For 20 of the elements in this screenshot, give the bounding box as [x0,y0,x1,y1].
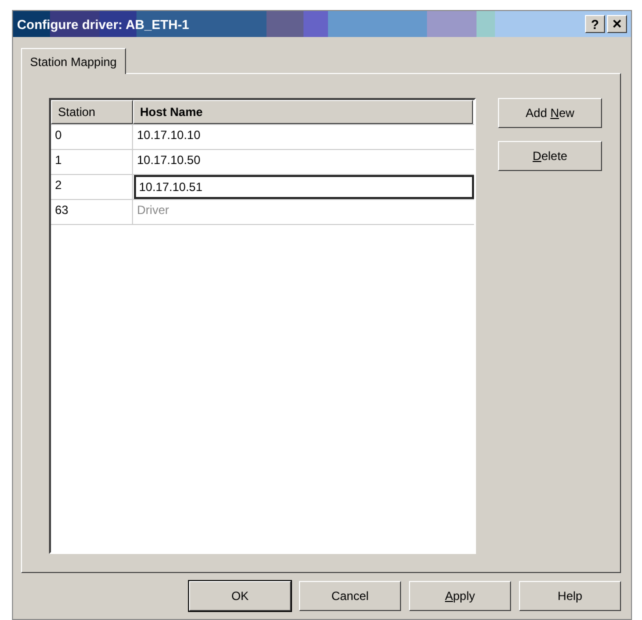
table-cell-text: Driver [136,202,170,219]
table-cell: 1 [51,150,133,174]
close-button[interactable]: × [607,15,627,33]
help-button[interactable]: ? [585,15,605,33]
button[interactable]: Apply [409,581,511,611]
table-cell-text: 10.17.10.10 [136,127,202,144]
table-cell: 2 [51,175,133,199]
table-cell: 63 [51,200,133,224]
column-header[interactable]: Station [51,100,133,124]
button[interactable]: OK [189,581,291,611]
input-field[interactable]: 10.17.10.51 [134,175,474,199]
column-header[interactable]: Host Name [133,100,473,124]
button[interactable]: Delete [498,141,602,171]
button[interactable]: Help [519,581,621,611]
tab[interactable]: Station Mapping [21,48,126,74]
window-title: Configure driver: AB_ETH-1 [17,16,190,32]
table-cell: 0 [51,125,133,149]
button[interactable]: Cancel [299,581,401,611]
table-cell-text: 10.17.10.50 [136,152,202,169]
button[interactable]: Add New [498,98,602,128]
